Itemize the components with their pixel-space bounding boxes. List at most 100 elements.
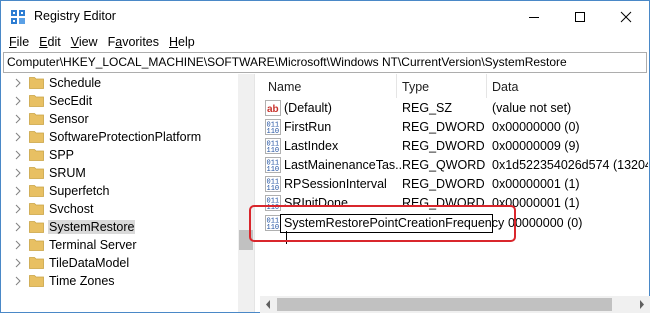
column-header-type[interactable]: Type [402,80,429,94]
tree-item-label: Schedule [49,76,102,90]
menu-edit[interactable]: Edit [34,35,66,49]
scroll-right-arrow-icon[interactable] [639,300,645,309]
tree-item-label: SecEdit [49,94,93,108]
binary-value-icon: 011110 [265,119,281,135]
close-button[interactable] [603,1,649,32]
svg-text:110: 110 [267,166,280,173]
value-row[interactable]: 011 110 LastIndex REG_DWORD 0x00000009 (9… [260,137,648,155]
tree-item-secedit[interactable]: SecEdit [3,92,235,110]
menu-edit-mnemonic: E [39,35,48,49]
value-data: 0x00000001 (1) [492,196,580,210]
tree-item-superfetch[interactable]: Superfetch [3,182,235,200]
column-header-data[interactable]: Data [492,80,518,94]
string-value-icon: ab [265,100,281,116]
tree-item-terminal-server[interactable]: Terminal Server [3,236,235,254]
rename-value-input[interactable]: SystemRestorePointCreationFrequency [280,214,504,244]
tree-item-label: SRUM [49,166,86,180]
menu-favorites[interactable]: Favorites [103,35,164,49]
chevron-right-icon[interactable] [14,222,22,232]
minimize-button[interactable] [511,1,557,32]
tree-item-spp[interactable]: SPP [3,146,235,164]
menu-file[interactable]: File [4,35,34,49]
value-row[interactable]: 011 110 FirstRun REG_DWORD 0x00000000 (0) [260,118,648,136]
chevron-right-icon[interactable] [14,114,22,124]
value-data: 0x00000009 (9) [492,139,580,153]
menu-favorites-rest: vorites [122,35,160,49]
chevron-right-icon[interactable] [14,168,22,178]
maximize-icon [575,11,585,22]
scroll-left-arrow-icon[interactable] [265,300,271,309]
horizontal-scroll-thumb[interactable] [277,298,612,311]
registry-editor-window: Registry Editor File Edit View Favorites… [0,0,650,313]
chevron-right-icon[interactable] [14,258,22,268]
key-tree-pane[interactable]: Schedule SecEdit Sensor SoftwareProtecti… [3,74,254,312]
svg-text:110: 110 [267,224,280,231]
value-type: REG_DWORD [402,196,485,210]
tree-item-svchost[interactable]: Svchost [3,200,235,218]
tree-item-label: Svchost [49,202,94,216]
value-row[interactable]: 011 110 LastMainenanceTas... REG_QWORD 0x… [260,156,648,174]
registry-editor-app-icon [11,10,25,24]
chevron-right-icon[interactable] [14,186,22,196]
menu-view-mnemonic: V [70,35,79,49]
value-name: LastMainenanceTas... [284,158,402,172]
close-icon [620,11,632,22]
tree-item-softwareprotectionplatform[interactable]: SoftwareProtectionPlatform [3,128,235,146]
menu-help[interactable]: Help [164,35,200,49]
menu-bar: File Edit View Favorites Help [1,32,649,52]
binary-value-icon: 011110 [265,138,281,154]
value-row[interactable]: ab (Default) REG_SZ (value not set) [260,99,648,117]
tree-item-label: SystemRestore [48,220,136,234]
svg-text:110: 110 [267,147,280,154]
binary-value-icon: 011110 [265,195,281,211]
tree-item-label: Time Zones [49,274,115,288]
tree-vertical-scrollbar[interactable] [238,74,254,312]
chevron-right-icon[interactable] [14,150,22,160]
chevron-right-icon[interactable] [14,276,22,286]
chevron-right-icon[interactable] [14,78,22,88]
tree-item-systemrestore[interactable]: SystemRestore [3,218,235,236]
menu-edit-rest: dit [47,35,61,49]
binary-value-icon: 011110 [265,215,281,231]
menu-help-rest: elp [178,35,195,49]
maximize-button[interactable] [557,1,603,32]
tree-item-label: SoftwareProtectionPlatform [49,130,202,144]
folder-icon [29,275,44,287]
value-row[interactable]: 011 110 RPSessionInterval REG_DWORD 0x000… [260,175,648,193]
tree-scroll-thumb[interactable] [239,230,253,250]
chevron-right-icon[interactable] [14,240,22,250]
value-data: 00000000 (0) [508,216,583,230]
column-divider[interactable] [486,74,487,98]
column-divider[interactable] [396,74,397,98]
menu-file-mnemonic: F [9,35,17,49]
folder-icon [29,167,44,179]
menu-view[interactable]: View [66,35,103,49]
value-type: REG_DWORD [402,177,485,191]
tree-item-tiledatamodel[interactable]: TileDataModel [3,254,235,272]
chevron-right-icon[interactable] [14,96,22,106]
value-row[interactable]: 011 110 SRInitDone REG_DWORD 0x00000001 (… [260,194,648,212]
value-data: 0x00000001 (1) [492,177,580,191]
svg-text:110: 110 [267,204,280,211]
column-header-name[interactable]: Name [268,80,301,94]
values-list-pane[interactable]: Name Type Data ab (Default) REG_SZ (valu… [260,74,648,312]
title-bar[interactable]: Registry Editor [1,1,649,32]
tree-item-schedule[interactable]: Schedule [3,74,235,92]
tree-item-time-zones[interactable]: Time Zones [3,272,235,290]
value-type: REG_QWORD [402,158,486,172]
list-horizontal-scrollbar[interactable] [260,296,650,313]
folder-icon [29,185,44,197]
tree-item-label: SPP [49,148,75,162]
value-type: REG_SZ [402,101,453,115]
value-row-editing[interactable]: 011 110 SystemRestorePointCreationFrequen… [260,214,648,244]
value-type: REG_DWORD [402,139,485,153]
folder-icon [29,239,44,251]
chevron-right-icon[interactable] [14,132,22,142]
value-name: LastIndex [284,139,339,153]
address-bar[interactable]: Computer\HKEY_LOCAL_MACHINE\SOFTWARE\Mic… [3,52,647,73]
binary-value-icon: 011110 [265,157,281,173]
folder-icon [29,113,44,125]
tree-item-sensor[interactable]: Sensor [3,110,235,128]
tree-item-srum[interactable]: SRUM [3,164,235,182]
chevron-right-icon[interactable] [14,204,22,214]
